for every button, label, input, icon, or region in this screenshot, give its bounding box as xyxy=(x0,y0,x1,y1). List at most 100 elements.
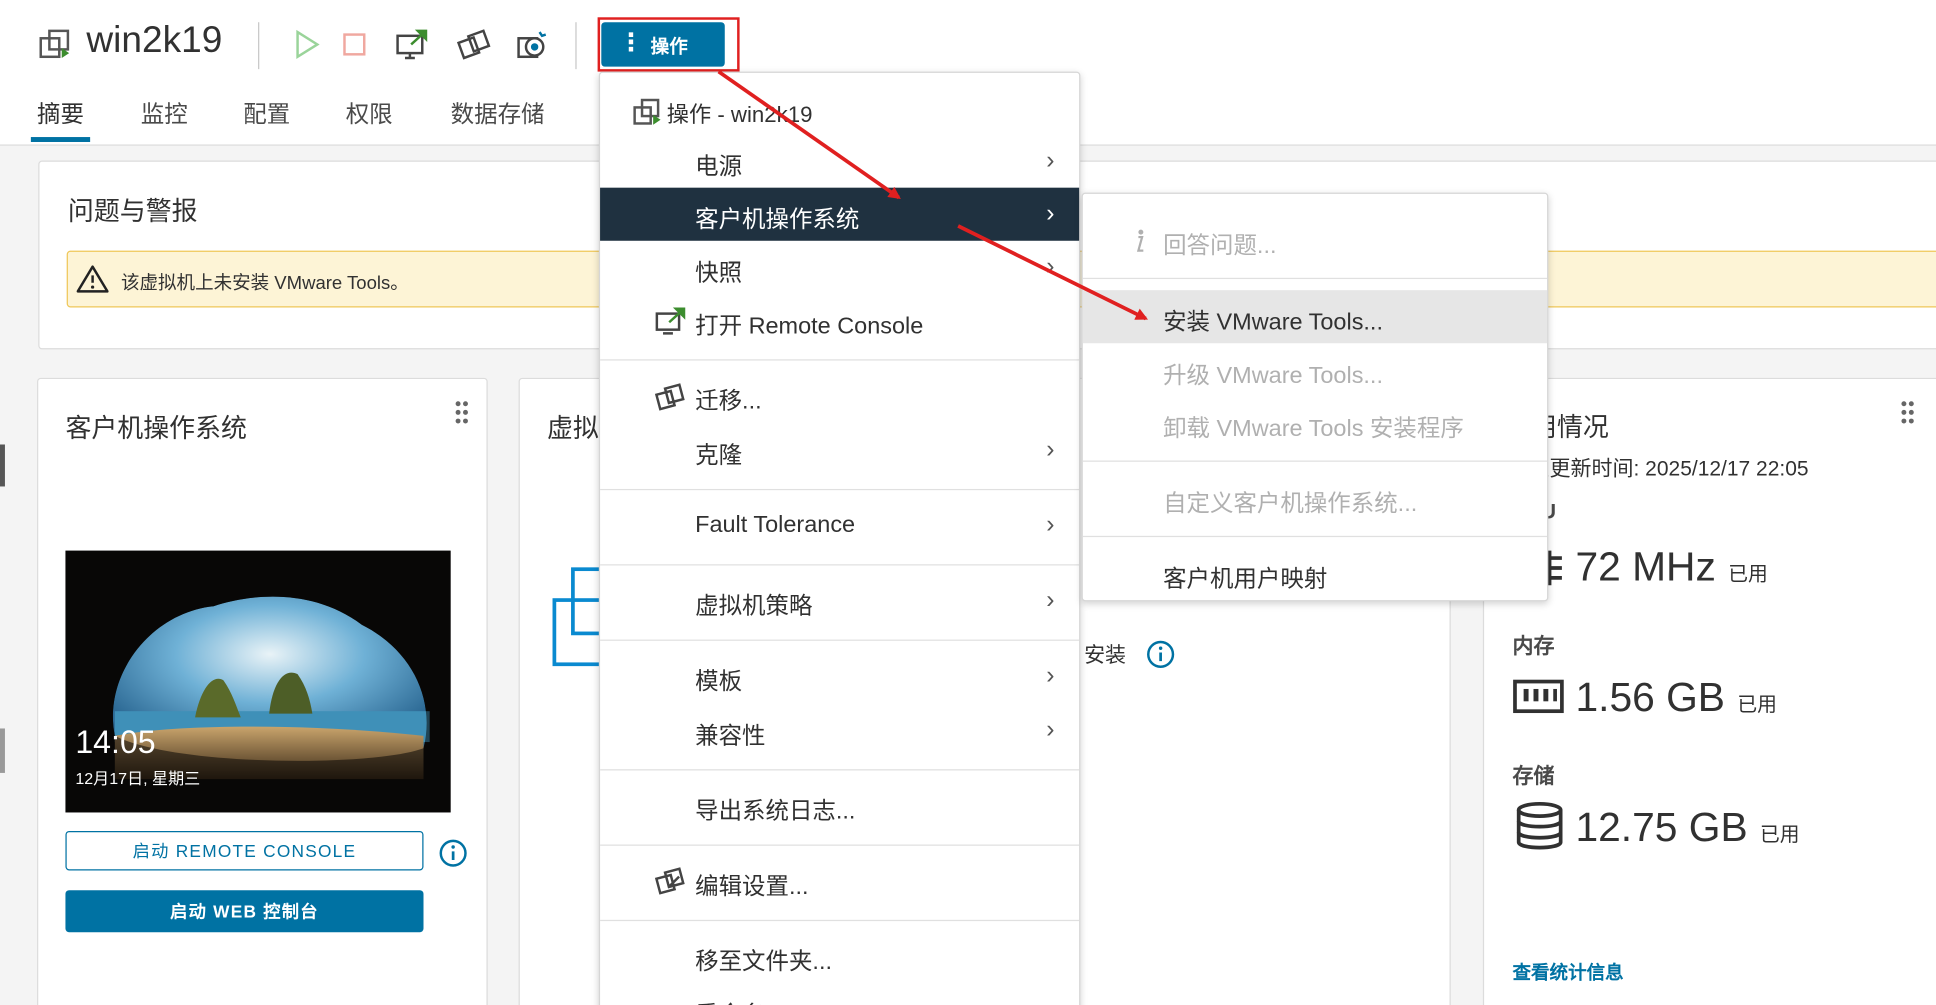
tab-summary[interactable]: 摘要 xyxy=(37,96,84,129)
chevron-right-icon: › xyxy=(1046,435,1055,464)
menu-item-move-to-folder[interactable]: 移至文件夹... xyxy=(600,930,1079,983)
migrate-icon[interactable] xyxy=(456,27,492,62)
menu-item-compatibility[interactable]: 兼容性 › xyxy=(600,704,1079,757)
storage-value: 12.75 GB xyxy=(1575,803,1748,850)
memory-label: 内存 xyxy=(1512,634,1555,659)
chevron-right-icon: › xyxy=(1046,200,1055,228)
menu-item-label: 虚拟机策略 xyxy=(695,593,813,620)
menu-item-label: 客户机操作系统 xyxy=(695,207,860,234)
submenu-item-label: 回答问题... xyxy=(1163,233,1277,260)
card-menu-icon[interactable] xyxy=(1901,401,1914,426)
menu-divider xyxy=(600,639,1080,641)
storage-used-unit: 已用 xyxy=(1759,824,1800,846)
chevron-right-icon: › xyxy=(1046,253,1055,281)
actions-menu-header: 操作 - win2k19 xyxy=(666,102,813,128)
menu-divider xyxy=(1082,535,1548,538)
menu-item-fault-tolerance[interactable]: Fault Tolerance › xyxy=(600,499,1079,552)
migrate-icon xyxy=(654,383,685,411)
submenu-item-answer-question[interactable]: 回答问题... xyxy=(1083,214,1547,267)
view-stats-link[interactable]: 查看统计信息 xyxy=(1513,959,1624,985)
vmware-tools-status: 安装 xyxy=(1084,643,1127,667)
menu-divider xyxy=(600,359,1080,361)
power-off-icon[interactable] xyxy=(337,27,372,62)
submenu-item-label: 客户机用户映射 xyxy=(1163,566,1328,593)
menu-divider xyxy=(600,919,1080,922)
menu-item-label: 兼容性 xyxy=(695,723,766,750)
guest-os-title: 客户机操作系统 xyxy=(65,414,247,444)
menu-item-label: 编辑设置... xyxy=(695,874,809,901)
submenu-item-label: 卸载 VMware Tools 安装程序 xyxy=(1163,416,1464,443)
menu-divider xyxy=(600,844,1080,846)
menu-divider xyxy=(600,769,1080,771)
console-icon[interactable] xyxy=(395,27,430,62)
menu-item-rename[interactable]: 重命名... xyxy=(600,983,1079,1005)
submenu-item-customize-guest-os[interactable]: 自定义客户机操作系统... xyxy=(1083,472,1547,525)
chevron-right-icon: › xyxy=(1046,511,1055,539)
menu-item-migrate[interactable]: 迁移... xyxy=(600,369,1079,422)
nav-edge-marker xyxy=(0,728,5,773)
memory-usage: 1.56 GB 已用 xyxy=(1575,674,1776,721)
menu-item-snapshots[interactable]: 快照 › xyxy=(600,241,1079,294)
menu-item-label: 克隆 xyxy=(695,443,743,470)
alert-message: 该虚拟机上未安装 VMware Tools。 xyxy=(121,272,409,294)
menu-divider xyxy=(600,564,1080,566)
last-updated: 次更新时间: 2025/12/17 22:05 xyxy=(1528,456,1809,481)
submenu-item-guest-user-mappings[interactable]: 客户机用户映射 xyxy=(1083,547,1547,600)
tab-monitor[interactable]: 监控 xyxy=(141,96,188,129)
menu-item-label: 导出系统日志... xyxy=(695,798,856,825)
menu-divider xyxy=(1082,460,1548,462)
guest-os-submenu: 回答问题... 安装 VMware Tools... 升级 VMware Too… xyxy=(1081,192,1549,602)
submenu-item-upgrade-vmware-tools[interactable]: 升级 VMware Tools... xyxy=(1083,343,1547,396)
storage-label: 存储 xyxy=(1512,764,1555,788)
menu-item-guest-os[interactable]: 客户机操作系统 › xyxy=(600,187,1080,241)
toolbar-divider xyxy=(575,22,577,70)
menu-item-label: 打开 Remote Console xyxy=(695,313,924,340)
tab-permissions[interactable]: 权限 xyxy=(346,96,393,129)
menu-item-edit-settings[interactable]: 编辑设置... xyxy=(600,854,1079,907)
menu-item-label: 模板 xyxy=(695,669,743,696)
tab-configure[interactable]: 配置 xyxy=(243,96,290,129)
vm-title: win2k19 xyxy=(86,19,223,61)
menu-item-open-remote-console[interactable]: 打开 Remote Console xyxy=(600,294,1079,347)
vm-summary-page: win2k19 ⋮ 操作 摘要 监控 配置 权限 数据存储 问题与警报 该虚拟机… xyxy=(0,0,1936,1005)
storage-icon xyxy=(1516,801,1563,850)
chevron-right-icon: › xyxy=(1046,716,1055,744)
cpu-used-unit: 已用 xyxy=(1728,564,1768,586)
memory-icon xyxy=(1513,679,1564,714)
cpu-value: 72 MHz xyxy=(1575,543,1716,589)
tab-datastores[interactable]: 数据存储 xyxy=(451,96,545,129)
lock-screen-time: 14:05 xyxy=(75,723,156,761)
card-menu-icon[interactable] xyxy=(455,401,468,426)
chevron-right-icon: › xyxy=(1046,661,1055,689)
submenu-item-label: 安装 VMware Tools... xyxy=(1163,309,1383,336)
submenu-item-install-vmware-tools[interactable]: 安装 VMware Tools... xyxy=(1082,290,1548,344)
menu-item-vm-policies[interactable]: 虚拟机策略 › xyxy=(600,574,1079,627)
menu-item-export-logs[interactable]: 导出系统日志... xyxy=(600,779,1079,832)
vm-icon xyxy=(633,98,661,125)
vm-hardware-illustration xyxy=(552,567,606,667)
lock-screen-date: 12月17日, 星期三 xyxy=(75,769,201,788)
edit-settings-icon xyxy=(654,867,685,895)
launch-web-console-button[interactable]: 启动 WEB 控制台 xyxy=(65,890,424,933)
snapshot-icon[interactable] xyxy=(515,27,550,62)
menu-item-label: Fault Tolerance xyxy=(695,512,856,539)
menu-item-label: 重命名... xyxy=(695,996,785,1005)
menu-item-power[interactable]: 电源 › xyxy=(600,135,1079,188)
menu-item-clone[interactable]: 克隆 › xyxy=(600,424,1079,477)
info-icon[interactable] xyxy=(438,838,468,868)
vm-icon xyxy=(39,29,70,59)
actions-menu: 操作 - win2k19 电源 › 客户机操作系统 › 快照 › 打开 Remo… xyxy=(598,71,1081,1005)
submenu-item-unmount-tools-installer[interactable]: 卸载 VMware Tools 安装程序 xyxy=(1083,396,1547,449)
nav-edge-marker xyxy=(0,444,5,487)
annotation-box xyxy=(597,17,740,72)
launch-remote-console-button[interactable]: 启动 REMOTE CONSOLE xyxy=(65,830,424,871)
menu-divider xyxy=(600,488,1080,491)
console-thumbnail[interactable]: 14:05 12月17日, 星期三 xyxy=(65,550,451,813)
menu-divider xyxy=(1082,277,1548,280)
toolbar-divider xyxy=(258,22,260,70)
menu-item-template[interactable]: 模板 › xyxy=(600,649,1079,702)
power-on-icon[interactable] xyxy=(289,27,324,62)
info-icon[interactable] xyxy=(1146,640,1176,670)
menu-item-label: 快照 xyxy=(695,260,743,287)
info-italic-icon xyxy=(1136,229,1144,252)
